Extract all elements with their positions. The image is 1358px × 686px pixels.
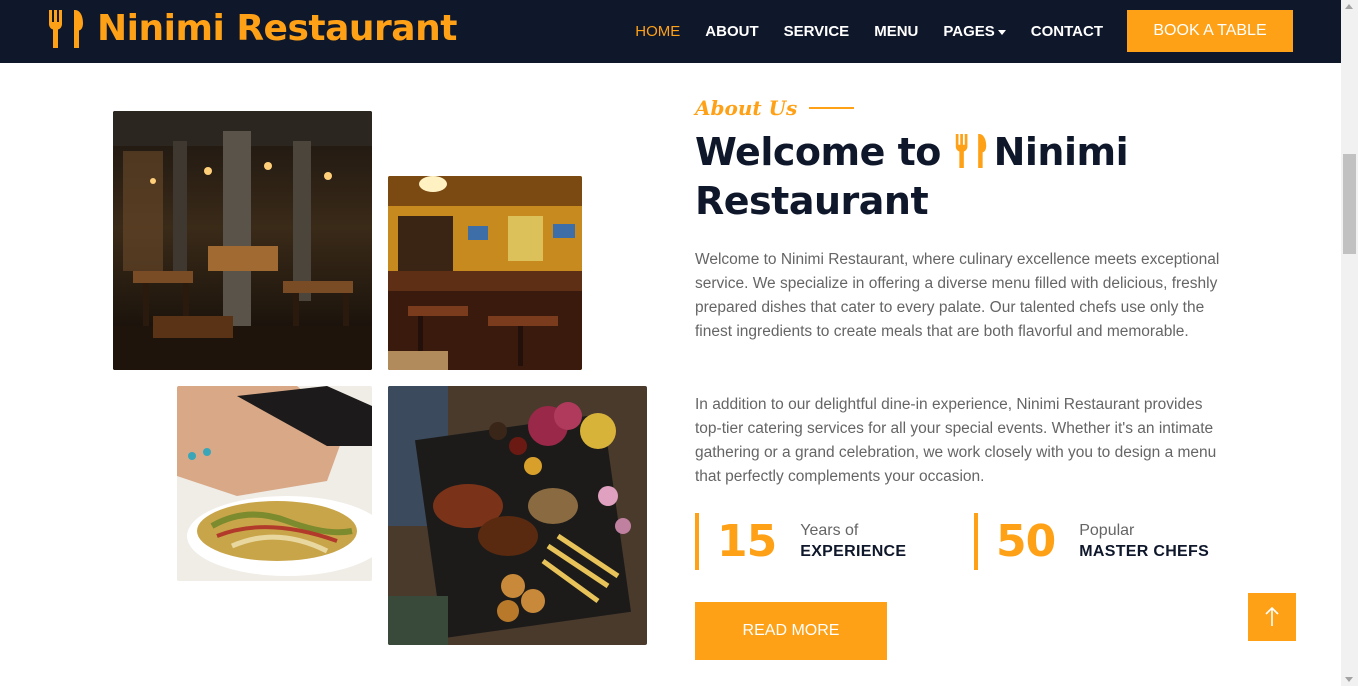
title-ninimi: Ninimi (993, 130, 1129, 174)
gallery-image-interior (113, 111, 372, 370)
stat-line2: MASTER CHEFS (1079, 542, 1210, 560)
stat-experience: 15 Years of EXPERIENCE (695, 513, 954, 570)
stat-number: 50 (996, 516, 1056, 567)
gallery-image-bar (388, 176, 582, 370)
nav-pages-dropdown[interactable]: PAGES (943, 23, 1006, 40)
stat-line2: EXPERIENCE (800, 542, 907, 560)
gallery-image-platter (388, 386, 647, 645)
nav-menu: HOME ABOUT SERVICE MENU PAGES CONTACT (610, 0, 1103, 63)
about-paragraph-1: Welcome to Ninimi Restaurant, where culi… (695, 251, 1220, 340)
stat-caption: Popular MASTER CHEFS (1079, 521, 1209, 563)
brand-logo[interactable]: Ninimi Restaurant (47, 8, 457, 50)
stat-line1: Popular (1079, 521, 1135, 539)
nav-home[interactable]: HOME (635, 23, 680, 40)
scroll-up-icon[interactable] (1345, 4, 1353, 9)
caret-down-icon (997, 29, 1006, 35)
stat-chefs: 50 Popular MASTER CHEFS (974, 513, 1233, 570)
navbar: Ninimi Restaurant HOME ABOUT SERVICE MEN… (0, 0, 1341, 63)
stat-number: 15 (717, 516, 777, 567)
page-title: Welcome to Ninimi Restaurant (695, 128, 1215, 226)
back-to-top-button[interactable] (1248, 593, 1296, 641)
nav-service[interactable]: SERVICE (784, 23, 850, 40)
nav-contact[interactable]: CONTACT (1031, 23, 1103, 40)
about-paragraph-2: In addition to our delightful dine-in ex… (695, 396, 1217, 485)
label-divider (809, 107, 855, 109)
stat-line1: Years of (800, 521, 859, 539)
utensils-icon (955, 134, 986, 168)
utensils-icon (49, 10, 83, 48)
arrow-up-icon (1265, 607, 1279, 626)
title-restaurant: Restaurant (695, 179, 929, 223)
read-more-button[interactable]: READ MORE (695, 602, 887, 660)
about-label-text: About Us (695, 96, 798, 120)
brand-name: Ninimi Restaurant (97, 8, 457, 49)
section-label: About Us (695, 96, 855, 120)
book-table-button[interactable]: BOOK A TABLE (1127, 10, 1293, 52)
nav-menu-link[interactable]: MENU (874, 23, 918, 40)
scroll-down-icon[interactable] (1345, 677, 1353, 682)
gallery-image-salad (177, 386, 372, 581)
page-scrollbar[interactable] (1341, 0, 1358, 686)
scroll-thumb[interactable] (1343, 154, 1356, 254)
nav-about[interactable]: ABOUT (705, 23, 758, 40)
nav-pages-label: PAGES (943, 23, 995, 40)
title-welcome: Welcome to (695, 130, 941, 174)
stat-caption: Years of EXPERIENCE (800, 521, 906, 563)
